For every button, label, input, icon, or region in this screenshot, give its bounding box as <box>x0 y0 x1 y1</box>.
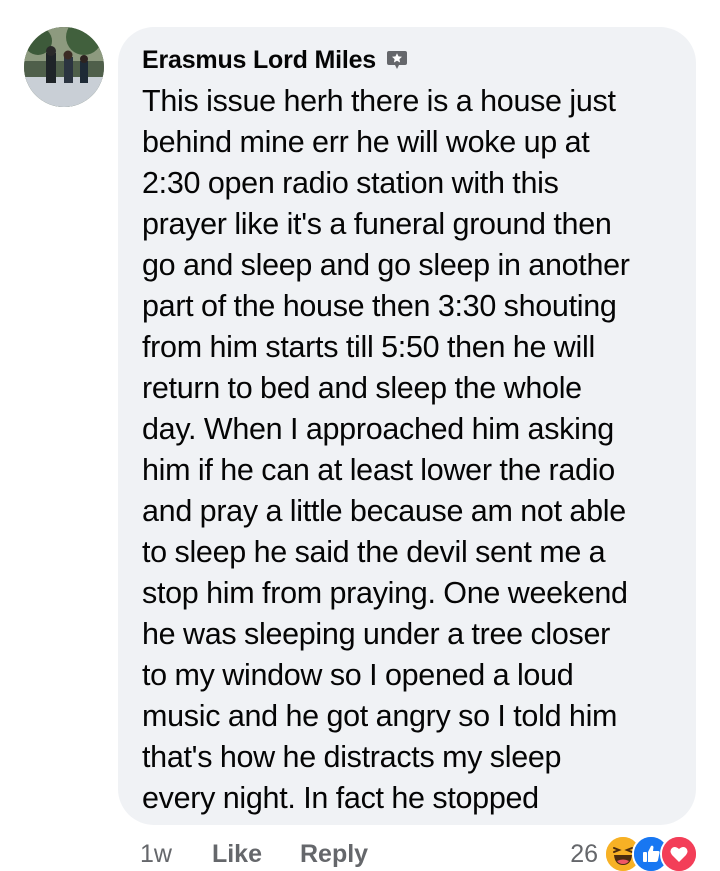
reaction-icons <box>604 835 698 871</box>
comment-text-line: to sleep he said the devil sent me a <box>142 535 606 569</box>
comment-text-line: prayer like it's a funeral ground then <box>142 207 612 241</box>
reply-button[interactable]: Reply <box>300 840 368 869</box>
comment-text-line: music and he got angry so I told him <box>142 699 618 733</box>
comment-text-line: stop him from praying. One weekend <box>142 576 628 610</box>
comment-text-line: day. When I approached him asking <box>142 412 614 446</box>
comment-text-line: to my window so I opened a loud <box>142 658 574 692</box>
comment-text-line: part of the house then 3:30 shouting <box>142 289 617 323</box>
comment-text: This issue herh there is a house just be… <box>142 81 672 819</box>
comment: Erasmus Lord Miles This issue herh there… <box>0 0 720 871</box>
avatar[interactable] <box>24 27 104 107</box>
reaction-count: 26 <box>570 839 598 868</box>
like-button[interactable]: Like <box>212 840 262 869</box>
comment-timestamp[interactable]: 1w <box>140 840 172 869</box>
avatar-photo <box>24 27 104 107</box>
comment-text-line: him if he can at least lower the radio <box>142 453 615 487</box>
author-row: Erasmus Lord Miles <box>142 43 672 77</box>
comment-text-line: go and sleep and go sleep in another <box>142 248 630 282</box>
top-fan-badge-icon[interactable] <box>386 49 408 71</box>
comment-text-line: from him starts till 5:50 then he will <box>142 330 595 364</box>
reactions-summary[interactable]: 26 <box>570 834 698 871</box>
comment-bubble: Erasmus Lord Miles This issue herh there… <box>118 27 696 825</box>
comment-text-line: 2:30 open radio station with this <box>142 166 559 200</box>
comment-text-line: he was sleeping under a tree closer <box>142 617 611 651</box>
comment-text-line: return to bed and sleep the whole <box>142 371 582 405</box>
love-reaction-icon <box>660 835 698 871</box>
author-name[interactable]: Erasmus Lord Miles <box>142 46 376 75</box>
comment-text-line: This issue herh there is a house just <box>142 84 616 118</box>
comment-text-line: and pray a little because am not able <box>142 494 626 528</box>
comment-text-line: behind mine err he will woke up at <box>142 125 590 159</box>
comment-text-line: that's how he distracts my sleep <box>142 740 562 774</box>
comment-text-line: every night. In fact he stopped <box>142 781 539 815</box>
comment-actions: 1w Like Reply <box>140 834 368 871</box>
